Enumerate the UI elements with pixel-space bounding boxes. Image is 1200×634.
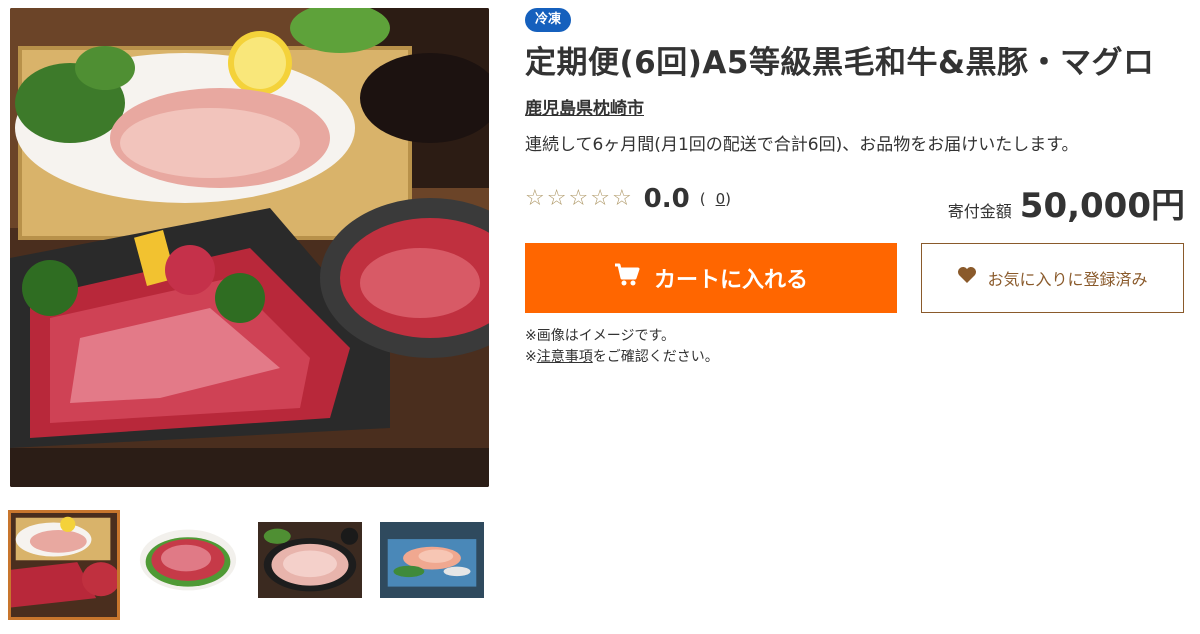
frozen-badge: 冷凍 [525, 8, 572, 32]
main-product-image [10, 8, 489, 487]
rating-score: 0.0 [643, 184, 690, 214]
thumbnail-3[interactable] [256, 520, 364, 600]
review-count-link[interactable]: 0 [716, 190, 726, 208]
product-description: 連続して6ヶ月間(月1回の配送で合計6回)、お品物をお届けいたします。 [525, 135, 1079, 155]
favorite-button[interactable]: お気に入りに登録済み [921, 243, 1184, 313]
price-label: 寄付金額 [947, 202, 1012, 221]
thumbnail-4-image [380, 522, 484, 598]
meat-photo-illustration [10, 8, 489, 487]
thumbnail-strip [8, 510, 486, 620]
thumbnail-2-image [136, 522, 240, 598]
thumbnail-4[interactable] [378, 520, 486, 600]
municipality-link[interactable]: 鹿児島県枕崎市 [525, 96, 644, 122]
review-count-close: ) [725, 190, 731, 208]
cart-icon [614, 263, 640, 293]
review-count-open: ( [699, 190, 706, 208]
price-value: 50,000円 [1019, 186, 1185, 226]
price-block: 寄付金額 50,000円 [948, 178, 1185, 227]
review-count: (0) [700, 190, 731, 208]
thumbnail-2[interactable] [134, 520, 242, 600]
caution-link[interactable]: 注意事項 [537, 349, 593, 365]
thumbnail-3-image [258, 522, 362, 598]
star-outline-icon: ☆ [590, 186, 610, 211]
add-to-cart-label: カートに入れる [653, 267, 808, 292]
star-outline-icon: ☆ [546, 186, 567, 211]
favorite-label: お気に入りに登録済み [987, 272, 1148, 289]
caution-prefix: ※ [525, 349, 537, 365]
heart-icon [957, 266, 977, 290]
product-title: 定期便(6回)A5等級黒毛和牛&黒豚・マグロ [525, 45, 1155, 81]
star-outline-icon: ☆ [568, 186, 589, 211]
thumbnail-1-image [11, 513, 117, 617]
thumbnail-1[interactable] [8, 510, 120, 620]
rating-stars: ☆ ☆ ☆ ☆ ☆ [525, 184, 632, 214]
star-outline-icon: ☆ [611, 186, 632, 211]
image-note: ※画像はイメージです。 [525, 328, 676, 344]
rating-row: ☆ ☆ ☆ ☆ ☆ 0.0 (0) [525, 184, 731, 214]
star-outline-icon: ☆ [525, 186, 545, 211]
caution-suffix: をご確認ください。 [592, 349, 719, 365]
caution-note: ※注意事項をご確認ください。 [525, 347, 719, 367]
add-to-cart-button[interactable]: カートに入れる [525, 243, 897, 313]
